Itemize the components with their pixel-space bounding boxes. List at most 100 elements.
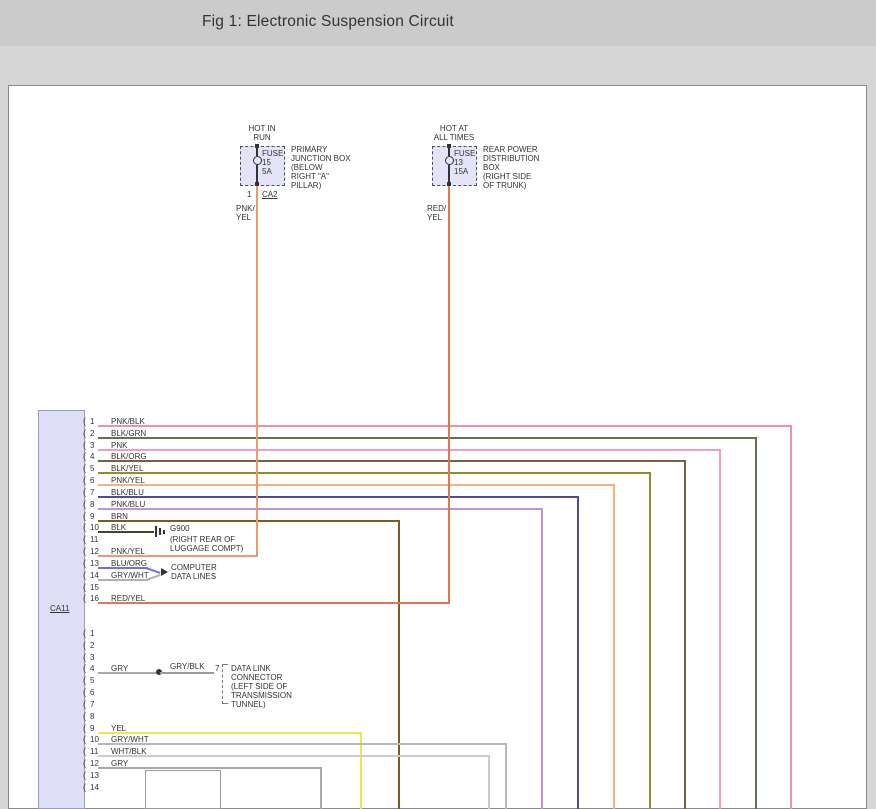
- c2-pin-terminal-icon: (: [83, 770, 86, 780]
- wire-pnk-yel-vertical: [613, 484, 615, 809]
- c1-wire-label: BLK/BLU: [111, 488, 144, 497]
- wire-pnk-blk: [98, 425, 792, 427]
- connector1-label: CA11: [50, 604, 69, 613]
- fuse1-lead-top: [256, 147, 258, 156]
- fuse1-wire-label: PNK/ YEL: [236, 204, 255, 222]
- c1-pin-number: 2: [90, 429, 94, 438]
- c1-wire-label: BLK/GRN: [111, 429, 146, 438]
- wire-blk-org-vertical: [684, 460, 686, 809]
- wire-pnk-blk-vertical: [790, 425, 792, 809]
- fuse2-rating-label: FUSE 13 15A: [454, 149, 475, 176]
- c1-pin-terminal-icon: (: [83, 534, 86, 544]
- c1-pin-number: 14: [90, 571, 99, 580]
- wire-pnk-vertical: [719, 449, 721, 809]
- c2-pin-number: 13: [90, 771, 99, 780]
- c1-wire-label: BLU/ORG: [111, 559, 147, 568]
- c1-wire-label: BLK/YEL: [111, 464, 143, 473]
- wire-blk-blu-vertical: [577, 496, 579, 809]
- wire-brn: [98, 520, 400, 522]
- c1-pin-terminal-icon: (: [83, 582, 86, 592]
- wire-gry: [98, 767, 322, 769]
- c2-wire-label: YEL: [111, 724, 126, 733]
- ground-symbol-bar2-icon: [159, 528, 161, 535]
- c1-wire-label: BLK/ORG: [111, 452, 147, 461]
- diagram-canvas: [8, 85, 867, 809]
- wire-brn-vertical: [398, 520, 400, 809]
- c1-wire-label: GRY/WHT: [111, 571, 149, 580]
- c2-pin-number: 7: [90, 700, 94, 709]
- fuse1-pin-number: 1: [247, 190, 251, 199]
- c1-pin-terminal-icon: (: [83, 451, 86, 461]
- c2-pin-terminal-icon: (: [83, 782, 86, 792]
- c2-pin-number: 10: [90, 735, 99, 744]
- wire-wht-blk-vertical: [488, 755, 490, 809]
- c2-pin-terminal-icon: (: [83, 711, 86, 721]
- c2-pin-terminal-icon: (: [83, 734, 86, 744]
- c1-pin-terminal-icon: (: [83, 499, 86, 509]
- c2-pin-terminal-icon: (: [83, 746, 86, 756]
- ground-symbol-bar1-icon: [155, 526, 157, 537]
- computer-data-lines-label: COMPUTER DATA LINES: [171, 563, 217, 581]
- wire-pnk-yel-feed-vertical: [256, 186, 258, 557]
- c2-pin-number: 5: [90, 676, 94, 685]
- c2-pin-number: 4: [90, 664, 94, 673]
- c1-pin-number: 11: [90, 535, 98, 544]
- c1-pin-number: 16: [90, 594, 99, 603]
- c1-pin-terminal-icon: (: [83, 570, 86, 580]
- c2-pin-number: 2: [90, 641, 94, 650]
- c2-pin-terminal-icon: (: [83, 663, 86, 673]
- c1-wire-label: RED/YEL: [111, 594, 145, 603]
- c2-pin-terminal-icon: (: [83, 687, 86, 697]
- c2-pin-number: 9: [90, 724, 94, 733]
- c1-pin-number: 12: [90, 547, 99, 556]
- wire-gry-vertical: [320, 767, 322, 809]
- wire-yel: [98, 732, 362, 734]
- ground-symbol-bar3-icon: [163, 530, 165, 534]
- fuse2-wire-label: RED/ YEL: [427, 204, 446, 222]
- c2-pin-number: 1: [90, 629, 94, 638]
- dlc-label: DATA LINK CONNECTOR (LEFT SIDE OF TRANSM…: [231, 664, 292, 709]
- fuse1-hot-label: HOT IN RUN: [232, 124, 292, 142]
- wire-wht-blk: [98, 755, 490, 757]
- c2-pin-terminal-icon: (: [83, 723, 86, 733]
- c1-pin-terminal-icon: (: [83, 463, 86, 473]
- wire-gry: [98, 672, 160, 674]
- figure-title: Fig 1: Electronic Suspension Circuit: [202, 13, 454, 31]
- wire-gry-blk: [160, 672, 214, 674]
- wire-blk-grn-vertical: [755, 437, 757, 809]
- c1-pin-number: 9: [90, 512, 94, 521]
- c1-pin-terminal-icon: (: [83, 511, 86, 521]
- c1-pin-number: 8: [90, 500, 94, 509]
- c1-pin-number: 4: [90, 452, 94, 461]
- wire-blk-org: [98, 460, 686, 462]
- fuse2-lead-top: [448, 147, 450, 156]
- wire-red-yel-feed-vertical: [448, 186, 450, 604]
- dlc-pin-number: 7: [215, 664, 219, 673]
- c2-pin-number: 12: [90, 759, 99, 768]
- c1-pin-number: 7: [90, 488, 94, 497]
- c2-pin-number: 6: [90, 688, 94, 697]
- c2-pin-terminal-icon: (: [83, 640, 86, 650]
- c2-pin-number: 3: [90, 653, 94, 662]
- c2-wire-label: WHT/BLK: [111, 747, 147, 756]
- fuse1-location-label: PRIMARY JUNCTION BOX (BELOW RIGHT "A" PI…: [291, 145, 351, 190]
- wire-pnk-yel: [98, 484, 615, 486]
- wiring-diagram-page: Fig 1: Electronic Suspension Circuit HOT…: [0, 0, 876, 809]
- c1-pin-terminal-icon: (: [83, 416, 86, 426]
- c2-wire-label: GRY: [111, 759, 128, 768]
- c2-wire-label: GRY: [111, 664, 128, 673]
- dlc-wire-label: GRY/BLK: [170, 662, 205, 671]
- wire-gry-wht: [98, 743, 507, 745]
- c1-pin-terminal-icon: (: [83, 475, 86, 485]
- c2-pin-number: 8: [90, 712, 94, 721]
- c1-pin-terminal-icon: (: [83, 593, 86, 603]
- c1-pin-terminal-icon: (: [83, 522, 86, 532]
- c1-pin-number: 5: [90, 464, 94, 473]
- c1-wire-label: BRN: [111, 512, 128, 521]
- fuse2-element-icon: [445, 156, 454, 165]
- c1-pin-terminal-icon: (: [83, 440, 86, 450]
- fuse1-element-icon: [253, 156, 262, 165]
- fuse2-terminal-top-icon: [447, 144, 451, 148]
- c1-pin-number: 6: [90, 476, 94, 485]
- computer-data-lines-arrow-icon: [161, 568, 168, 576]
